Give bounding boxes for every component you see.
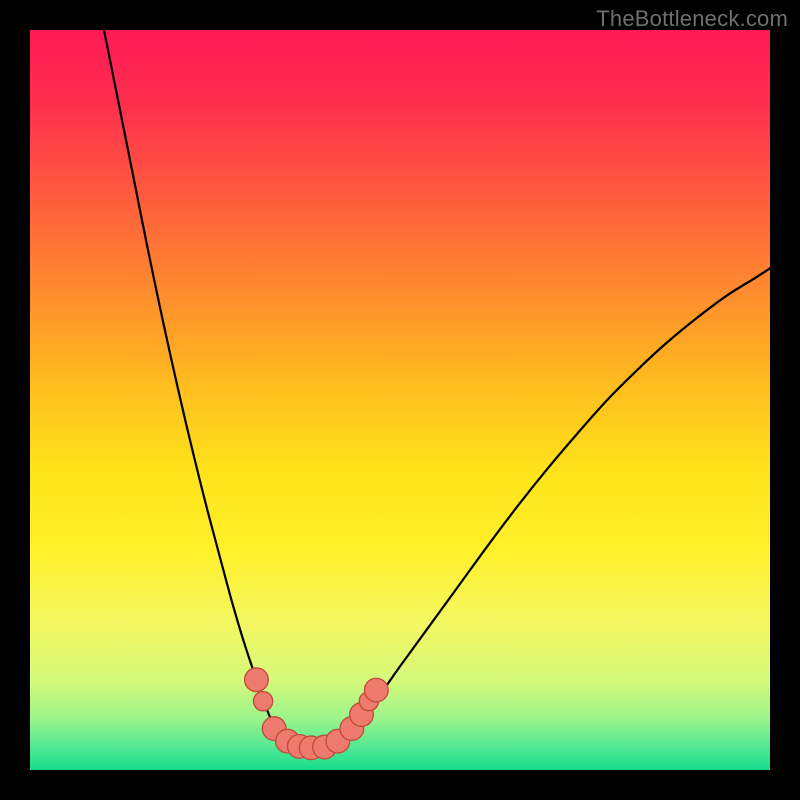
- data-marker: [364, 678, 388, 702]
- watermark-text: TheBottleneck.com: [596, 6, 788, 32]
- data-marker: [253, 692, 272, 711]
- bottleneck-chart: [30, 30, 770, 770]
- chart-background: [30, 30, 770, 770]
- chart-frame: { "watermark": "TheBottleneck.com", "col…: [0, 0, 800, 800]
- data-marker: [245, 668, 269, 692]
